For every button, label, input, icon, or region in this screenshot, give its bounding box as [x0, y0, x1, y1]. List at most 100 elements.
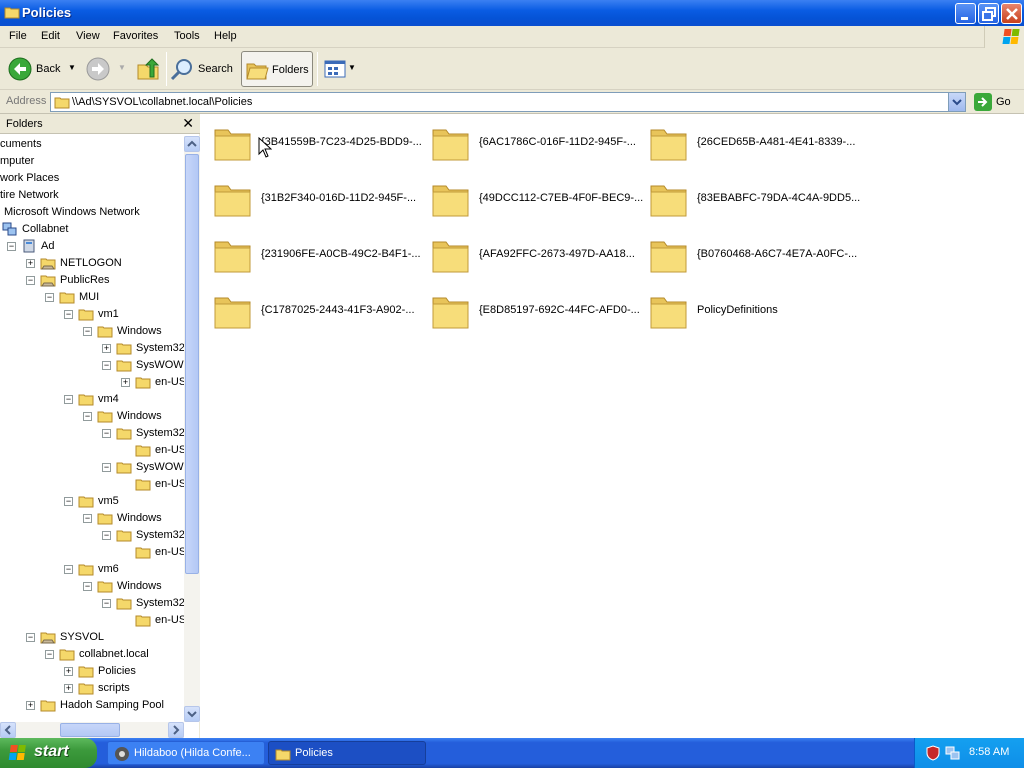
- collapse-icon[interactable]: −: [83, 582, 92, 591]
- scroll-down-button[interactable]: [184, 706, 200, 722]
- expand-icon[interactable]: +: [64, 684, 73, 693]
- folder-item[interactable]: {83EBABFC-79DA-4C4A-9DD5...: [639, 172, 860, 220]
- tree-item-label: en-US: [155, 376, 184, 388]
- collapse-icon[interactable]: −: [64, 395, 73, 404]
- collapse-icon[interactable]: −: [102, 463, 111, 472]
- folder-icon: [650, 297, 687, 329]
- collapse-icon[interactable]: −: [83, 327, 92, 336]
- folder-item-label: {83EBABFC-79DA-4C4A-9DD5...: [697, 192, 861, 204]
- folder-icon: [78, 309, 94, 321]
- tree-item-label: Windows: [117, 410, 162, 422]
- folder-item[interactable]: {26CED65B-A481-4E41-8339-...: [639, 116, 856, 164]
- folder-icon: [59, 649, 75, 661]
- restore-button[interactable]: [978, 3, 999, 24]
- restore-icon: [982, 7, 996, 21]
- collapse-icon[interactable]: −: [102, 361, 111, 370]
- views-button[interactable]: ▼: [322, 51, 358, 87]
- vertical-scrollbar[interactable]: [184, 136, 200, 722]
- folder-item[interactable]: {3B41559B-7C23-4D25-BDD9-...: [203, 116, 422, 164]
- expand-icon[interactable]: +: [26, 701, 35, 710]
- chevron-up-icon: [187, 140, 197, 147]
- collapse-icon[interactable]: −: [102, 429, 111, 438]
- network-tray-icon[interactable]: [945, 745, 961, 761]
- folder-item[interactable]: PolicyDefinitions: [639, 284, 854, 332]
- computer-icon: [23, 239, 35, 253]
- folder-icon: [97, 411, 113, 423]
- collapse-icon[interactable]: −: [64, 565, 73, 574]
- folder-item-label: {C1787025-2443-41F3-A902-...: [261, 304, 415, 316]
- collapse-icon[interactable]: −: [64, 497, 73, 506]
- expand-icon[interactable]: +: [102, 344, 111, 353]
- back-dropdown-icon[interactable]: ▼: [68, 63, 76, 72]
- scroll-left-button[interactable]: [0, 722, 16, 738]
- minimize-button[interactable]: [955, 3, 976, 24]
- address-input[interactable]: \\Ad\SYSVOL\collabnet.local\Policies: [50, 92, 966, 112]
- folder-icon: [275, 749, 291, 761]
- forward-button[interactable]: ▼: [86, 51, 130, 87]
- folder-item[interactable]: {AFA92FFC-2673-497D-AA18...: [421, 228, 636, 276]
- address-dropdown-button[interactable]: [948, 93, 965, 111]
- collapse-icon[interactable]: −: [45, 293, 54, 302]
- folder-item[interactable]: {C1787025-2443-41F3-A902-...: [203, 284, 418, 332]
- scroll-thumb[interactable]: [185, 154, 199, 574]
- collapse-icon[interactable]: −: [83, 514, 92, 523]
- start-button[interactable]: start: [0, 738, 97, 768]
- expand-icon[interactable]: +: [26, 259, 35, 268]
- folder-icon: [59, 292, 75, 304]
- collapse-icon[interactable]: −: [64, 310, 73, 319]
- menu-help[interactable]: Help: [214, 30, 237, 42]
- folder-item[interactable]: {49DCC112-C7EB-4F0F-BEC9-...: [421, 172, 643, 220]
- menu-favorites[interactable]: Favorites: [113, 30, 158, 42]
- folder-item[interactable]: {B0760468-A6C7-4E7A-A0FC-...: [639, 228, 857, 276]
- title-bar[interactable]: Policies: [0, 0, 1024, 26]
- scroll-right-button[interactable]: [168, 722, 184, 738]
- horizontal-scrollbar[interactable]: [0, 722, 184, 738]
- folder-item[interactable]: {6AC1786C-016F-11D2-945F-...: [421, 116, 636, 164]
- collapse-icon[interactable]: −: [102, 599, 111, 608]
- tree-item-label: NETLOGON: [60, 257, 122, 269]
- tree-item-label: vm4: [98, 393, 119, 405]
- collapse-icon[interactable]: −: [26, 633, 35, 642]
- taskbar-item-policies[interactable]: Policies: [268, 741, 426, 765]
- folder-item-label: {31B2F340-016D-11D2-945F-...: [261, 192, 417, 204]
- shield-icon[interactable]: [925, 745, 941, 761]
- folder-item[interactable]: {E8D85197-692C-44FC-AFD0-...: [421, 284, 640, 332]
- back-button[interactable]: Back ▼: [6, 51, 80, 87]
- expand-icon[interactable]: +: [64, 667, 73, 676]
- collapse-icon[interactable]: −: [7, 242, 16, 251]
- folder-item[interactable]: {231906FE-A0CB-49C2-B4F1-...: [203, 228, 421, 276]
- scroll-up-button[interactable]: [184, 136, 200, 152]
- expand-icon[interactable]: +: [121, 378, 130, 387]
- search-button[interactable]: Search: [170, 51, 236, 87]
- folder-icon: [116, 598, 132, 610]
- up-button[interactable]: [134, 51, 162, 87]
- collapse-icon[interactable]: −: [45, 650, 54, 659]
- folder-item[interactable]: {31B2F340-016D-11D2-945F-...: [203, 172, 418, 220]
- scroll-thumb[interactable]: [60, 723, 120, 737]
- minimize-icon: [961, 17, 968, 20]
- folder-contents[interactable]: {3B41559B-7C23-4D25-BDD9-... {6AC1786C-01…: [201, 114, 1024, 738]
- collapse-icon[interactable]: −: [26, 276, 35, 285]
- folders-button[interactable]: Folders: [241, 51, 313, 87]
- collapse-icon[interactable]: −: [83, 412, 92, 421]
- windows-flag-icon: [984, 26, 1024, 48]
- collapse-icon[interactable]: −: [102, 531, 111, 540]
- menu-file[interactable]: File: [9, 30, 27, 42]
- close-button[interactable]: [1001, 3, 1022, 24]
- folder-icon: [78, 496, 94, 508]
- chevron-right-icon: [173, 725, 180, 735]
- folder-item-label: {26CED65B-A481-4E41-8339-...: [697, 136, 856, 148]
- folder-icon: [650, 241, 687, 273]
- mouse-cursor-icon: [258, 137, 272, 158]
- close-icon[interactable]: ✕: [182, 116, 194, 132]
- menu-edit[interactable]: Edit: [41, 30, 60, 42]
- go-button[interactable]: Go: [972, 92, 1022, 112]
- folder-icon: [78, 666, 94, 678]
- folder-tree[interactable]: cuments mputer work Places tire Network Micr…: [0, 136, 184, 722]
- folder-icon: [214, 185, 251, 217]
- task-label: Hildaboo (Hilda Confe...: [134, 747, 251, 759]
- menu-view[interactable]: View: [76, 30, 100, 42]
- taskbar-item-hildaboo[interactable]: Hildaboo (Hilda Confe...: [107, 741, 265, 765]
- folder-icon: [650, 185, 687, 217]
- menu-tools[interactable]: Tools: [174, 30, 200, 42]
